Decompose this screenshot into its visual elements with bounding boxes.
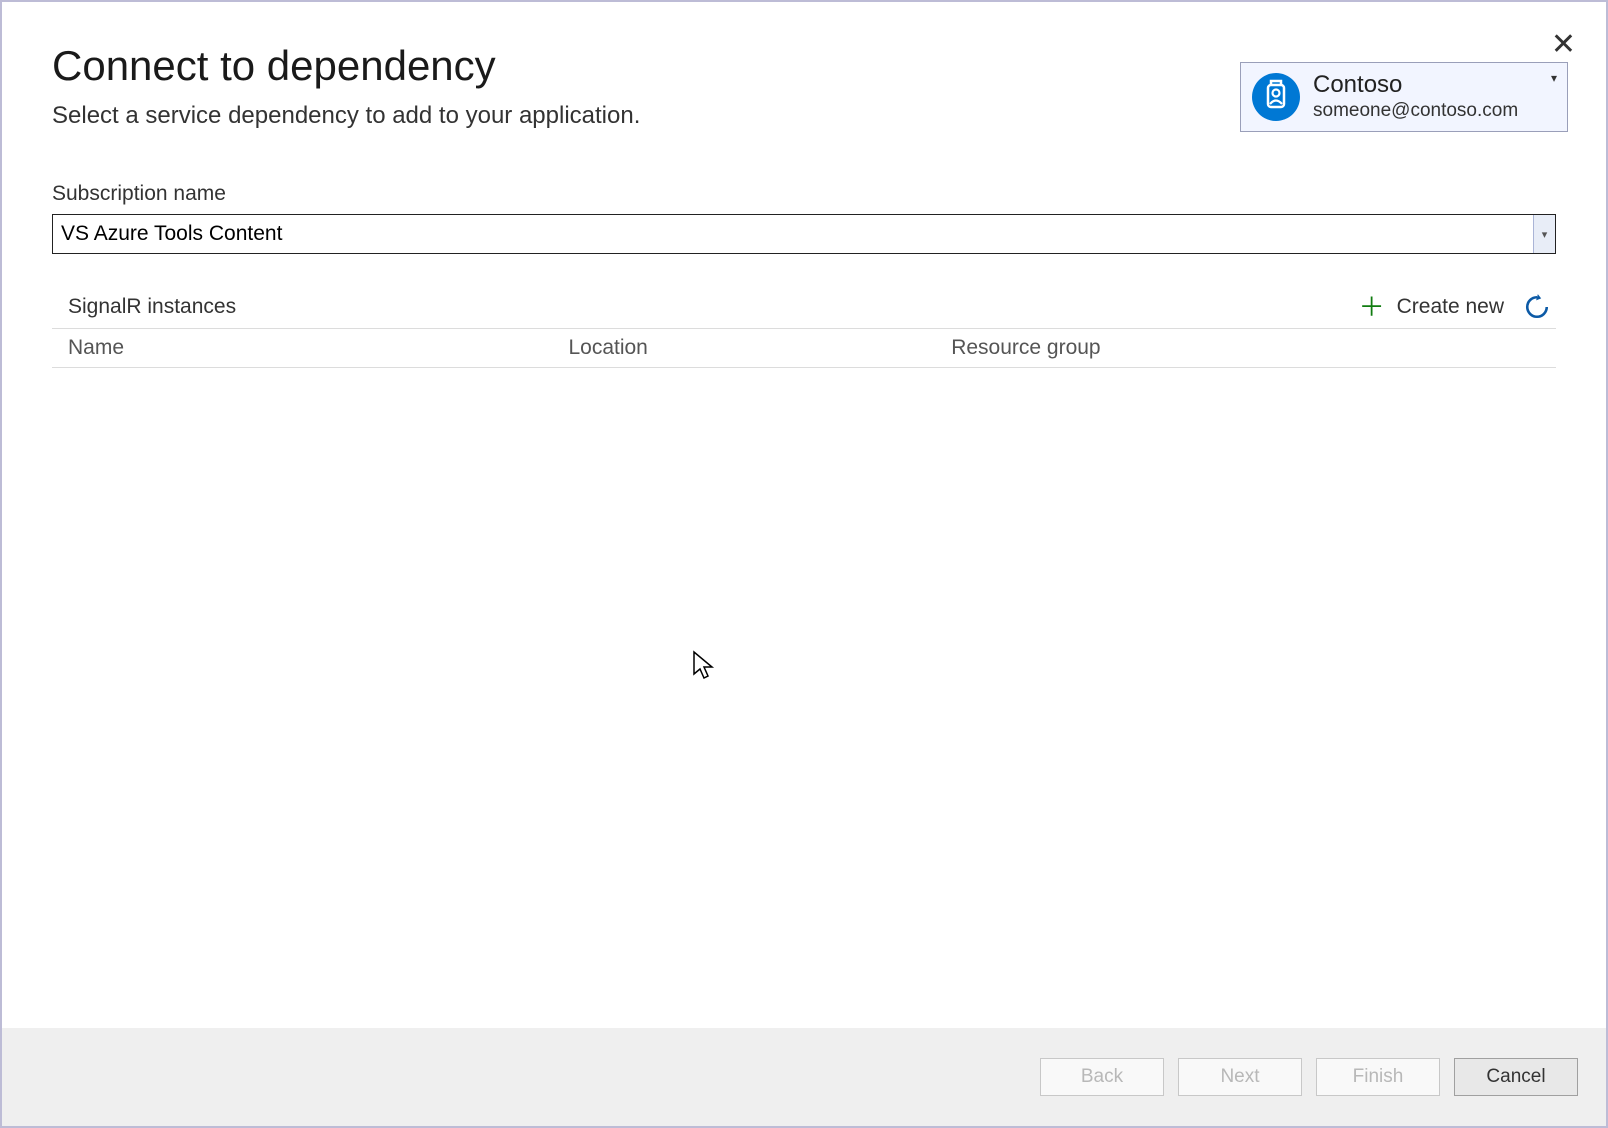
instances-header: SignalR instances ＋ Create new — [52, 294, 1556, 328]
create-new-label: Create new — [1397, 295, 1504, 319]
account-text: Contoso someone@contoso.com — [1313, 71, 1518, 123]
instances-table-header: Name Location Resource group — [52, 328, 1556, 368]
account-email: someone@contoso.com — [1313, 100, 1518, 123]
subscription-selected: VS Azure Tools Content — [61, 222, 1533, 246]
account-badge-icon — [1251, 72, 1301, 122]
cancel-button[interactable]: Cancel — [1454, 1058, 1578, 1096]
close-icon: ✕ — [1551, 28, 1576, 61]
chevron-down-icon: ▾ — [1551, 69, 1557, 85]
account-selector[interactable]: Contoso someone@contoso.com ▾ — [1240, 62, 1568, 132]
refresh-icon — [1524, 294, 1550, 320]
back-button[interactable]: Back — [1040, 1058, 1164, 1096]
dialog-window: ✕ Connect to dependency Select a service… — [0, 0, 1608, 1128]
instances-label: SignalR instances — [68, 295, 236, 319]
dialog-body: ✕ Connect to dependency Select a service… — [2, 2, 1606, 1028]
refresh-button[interactable] — [1524, 294, 1550, 320]
plus-icon: ＋ — [1359, 294, 1385, 320]
create-new-button[interactable]: ＋ Create new — [1359, 294, 1504, 320]
column-header-location[interactable]: Location — [568, 336, 951, 360]
subscription-label: Subscription name — [52, 182, 1556, 206]
account-name: Contoso — [1313, 71, 1518, 100]
close-button[interactable]: ✕ — [1551, 30, 1576, 60]
finish-button[interactable]: Finish — [1316, 1058, 1440, 1096]
column-header-resource-group[interactable]: Resource group — [951, 336, 1540, 360]
column-header-name[interactable]: Name — [68, 336, 568, 360]
dropdown-arrow-icon: ▾ — [1533, 215, 1555, 253]
dialog-footer: Back Next Finish Cancel — [2, 1028, 1606, 1126]
next-button[interactable]: Next — [1178, 1058, 1302, 1096]
subscription-dropdown[interactable]: VS Azure Tools Content ▾ — [52, 214, 1556, 254]
cursor-icon — [692, 650, 716, 680]
